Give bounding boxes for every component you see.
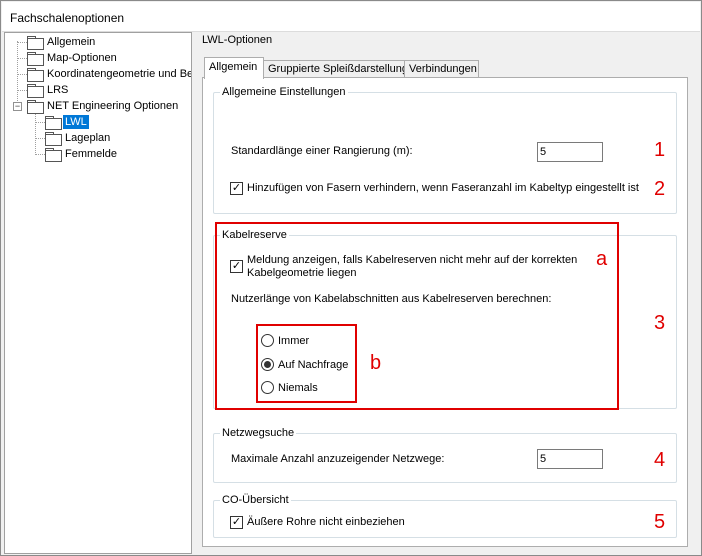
- annotation-5: 5: [654, 511, 666, 533]
- annotation-3: 3: [654, 312, 666, 334]
- tab-verbindungen[interactable]: Verbindungen: [404, 60, 479, 78]
- tree-connector: [35, 138, 45, 139]
- outer-pipes-label: Äußere Rohre nicht einbeziehen: [247, 516, 405, 528]
- tree-item-lageplan[interactable]: Lageplan: [45, 130, 112, 146]
- tree-item-label: LWL: [63, 115, 89, 129]
- tree-item-label: Koordinatengeometrie und Bem: [47, 68, 192, 80]
- options-tree[interactable]: Allgemein Map-Optionen Koordinatengeomet…: [4, 32, 192, 554]
- tree-item-label: Allgemein: [47, 36, 96, 48]
- folder-icon: [45, 132, 62, 146]
- tree-item-allgemein[interactable]: Allgemein: [27, 34, 97, 50]
- annotation-4: 4: [654, 449, 666, 471]
- tree-item-femmelde[interactable]: Femmelde: [45, 146, 119, 162]
- collapse-toggle[interactable]: −: [13, 102, 22, 111]
- folder-icon: [45, 148, 62, 162]
- max-netpaths-label: Maximale Anzahl anzuzeigender Netzwege:: [231, 453, 445, 465]
- tree-connector: [35, 154, 45, 155]
- tree-item-koordinatengeometrie[interactable]: Koordinatengeometrie und Bem: [27, 66, 192, 82]
- tree-connector: [17, 58, 27, 59]
- group-title-general: Allgemeine Einstellungen: [220, 86, 348, 98]
- annotation-2: 2: [654, 178, 666, 200]
- outer-pipes-checkbox[interactable]: ✓: [230, 516, 243, 529]
- annotation-a: a: [596, 248, 608, 270]
- folder-icon: [27, 68, 44, 82]
- title-bar: Fachschalenoptionen: [2, 2, 700, 32]
- tree-item-label: Map-Optionen: [47, 52, 117, 64]
- folder-icon: [27, 100, 44, 114]
- tree-connector: [17, 42, 27, 43]
- group-title-co: CO-Übersicht: [220, 494, 291, 506]
- tree-connector: [35, 122, 45, 123]
- tree-connector: [17, 74, 27, 75]
- tree-item-label: Femmelde: [65, 148, 117, 160]
- folder-icon: [27, 84, 44, 98]
- tree-item-label: LRS: [47, 84, 69, 96]
- std-length-label: Standardlänge einer Rangierung (m):: [231, 145, 413, 157]
- max-netpaths-input[interactable]: [537, 449, 603, 469]
- folder-icon: [27, 52, 44, 66]
- tree-item-net-engineering[interactable]: NET Engineering Optionen: [27, 98, 180, 114]
- annotation-b: b: [370, 352, 382, 374]
- options-dialog: Fachschalenoptionen Allgemein Map-Option…: [0, 0, 702, 556]
- std-length-input[interactable]: [537, 142, 603, 162]
- tab-allgemein[interactable]: Allgemein: [204, 57, 264, 79]
- tab-gruppierte-spleissdarstellung[interactable]: Gruppierte Spleißdarstellung: [263, 60, 408, 78]
- folder-icon: [27, 36, 44, 50]
- tree-item-lwl[interactable]: LWL: [45, 114, 89, 130]
- tree-item-label: Lageplan: [65, 132, 111, 144]
- group-title-netpath: Netzwegsuche: [220, 427, 297, 439]
- folder-icon: [45, 116, 62, 130]
- tree-connector: [17, 90, 27, 91]
- tree-item-map-optionen[interactable]: Map-Optionen: [27, 50, 119, 66]
- tree-item-label: NET Engineering Optionen: [47, 100, 179, 112]
- annotation-1: 1: [654, 139, 666, 161]
- tree-item-lrs[interactable]: LRS: [27, 82, 70, 98]
- prevent-fibers-checkbox[interactable]: ✓: [230, 182, 243, 195]
- tree-connector: [35, 113, 36, 155]
- prevent-fibers-label: Hinzufügen von Fasern verhindern, wenn F…: [247, 182, 639, 194]
- window-title: Fachschalenoptionen: [10, 11, 125, 25]
- annotation-box-b: [256, 324, 357, 403]
- pane-title: LWL-Optionen: [202, 34, 273, 46]
